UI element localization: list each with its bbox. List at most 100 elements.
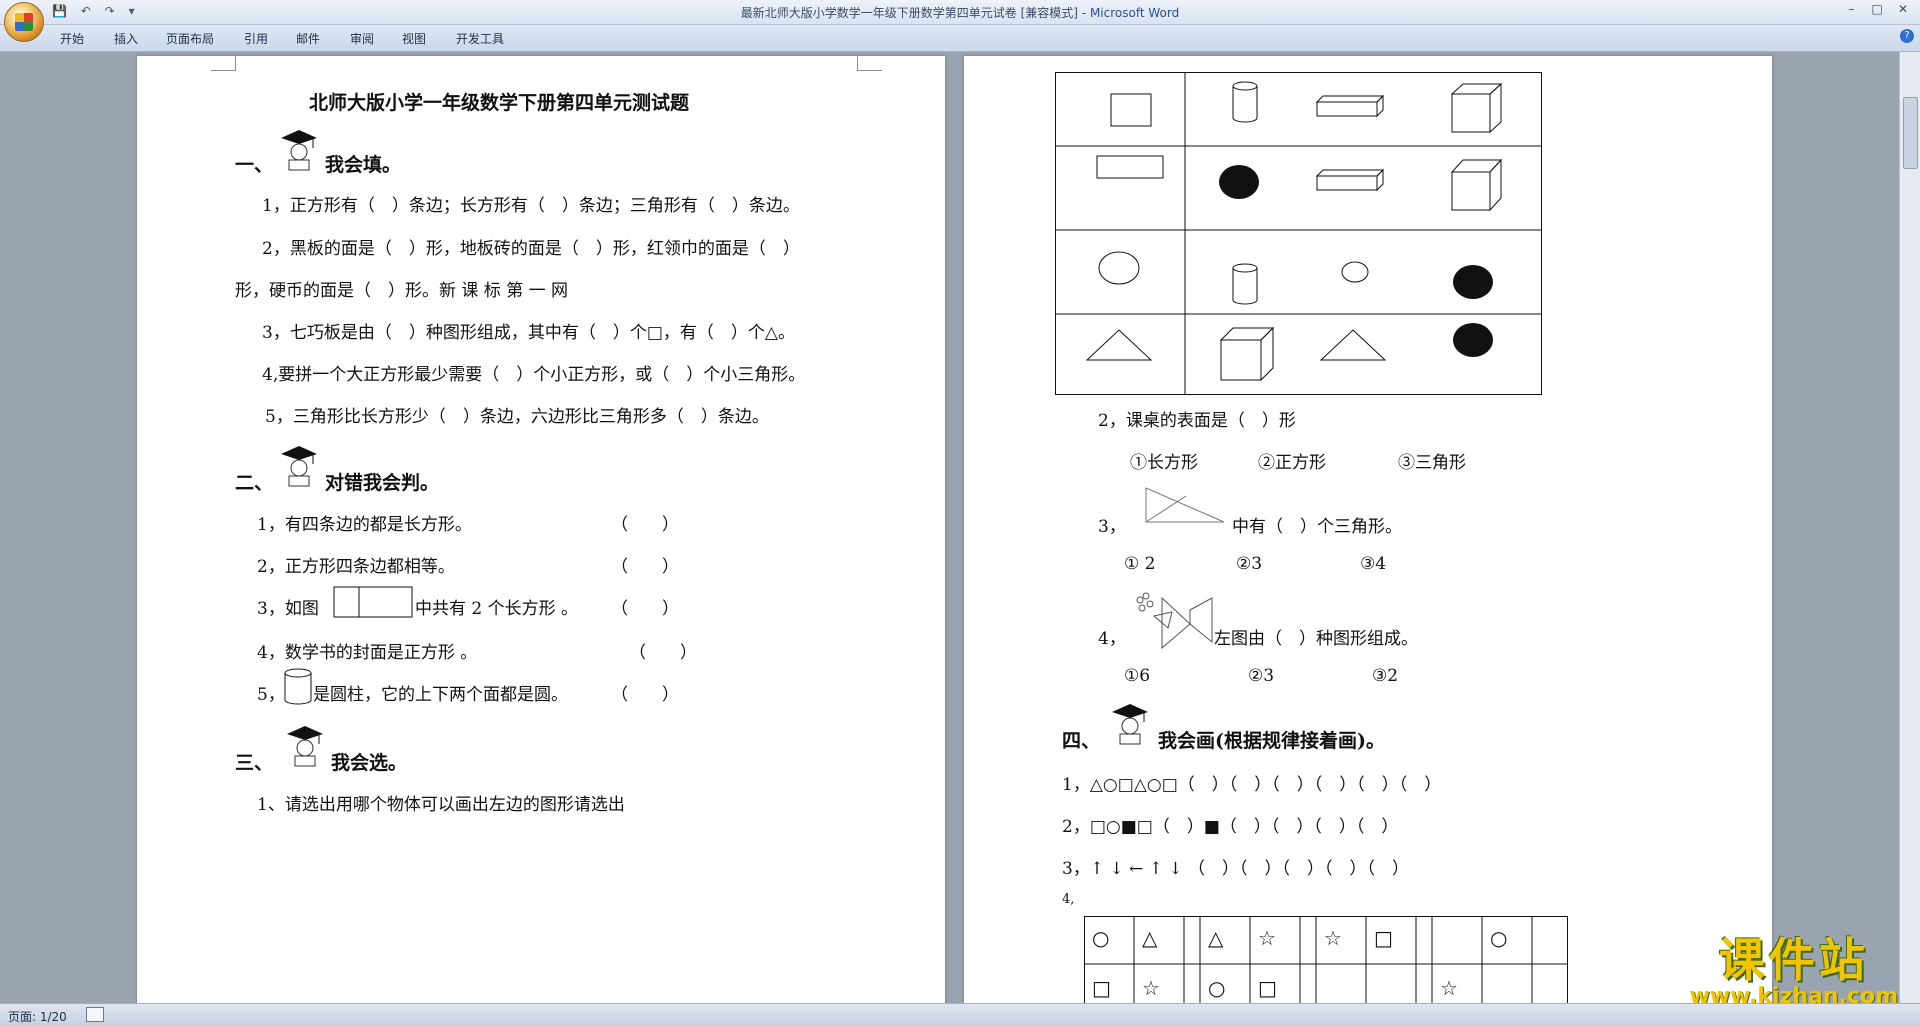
close-button[interactable]: ✕ [1892,2,1914,16]
r-q3-opt1: ① 2 [1124,554,1156,574]
pattern-4-label: 4, [1062,892,1075,907]
pattern-2: 2，□○■□（ ）■（ ）（ ）（ ）（ ） [1062,817,1399,837]
two-rectangles-figure [333,586,413,618]
ribbon-tabs: 开始 插入 页面布局 引用 邮件 审阅 视图 开发工具 ? [0,25,1920,52]
r-q4a: 4， [1098,629,1126,649]
graduate-cap-icon [281,446,317,487]
tab-developer[interactable]: 开发工具 [456,30,504,47]
grid-cell: ○ [1208,976,1226,1000]
page-indicator[interactable]: 页面: 1/20 [8,1008,67,1025]
r-q4-opt2: ②3 [1248,666,1275,686]
crop-mark [211,56,236,71]
tab-view[interactable]: 视图 [402,30,426,47]
fish-figure [1136,592,1213,650]
vertical-scrollbar[interactable] [1899,52,1920,1003]
document-title: 最新北师大版小学数学一年级下册数学第四单元试卷 [兼容模式] [740,6,1078,20]
status-bar: 页面: 1/20 [0,1003,1920,1026]
grid-cell: □ [1374,926,1393,950]
q2-3a: 3，如图 [257,599,319,619]
q2-4: 4，数学书的封面是正方形 。 [257,643,478,663]
q2-2: 2，正方形四条边都相等。 [257,557,455,577]
triangles-figure [1145,487,1225,523]
graduate-cap-icon [281,130,317,171]
title-separator: - [1077,6,1090,20]
office-button[interactable] [4,2,44,42]
tab-references[interactable]: 引用 [244,30,268,47]
shape-matching-table [1055,72,1542,395]
q2-3b: 中共有 2 个长方形 。 [415,599,579,619]
section-3-title: 我会选。 [331,752,408,774]
graduate-cap-icon [1112,704,1148,745]
section-2-title: 对错我会判。 [325,472,440,494]
graduate-cap-icon [287,726,323,767]
cylinder-figure [284,668,312,705]
maximize-button[interactable]: □ [1866,2,1888,16]
window-controls: – □ ✕ [1840,2,1914,16]
scrollbar-thumb[interactable] [1903,97,1918,169]
q1-5: 5，三角形比长方形少（ ）条边，六边形比三角形多（ ）条边。 [265,407,769,427]
r-q3a: 3， [1098,517,1126,537]
tab-page-layout[interactable]: 页面布局 [166,30,214,47]
tab-home[interactable]: 开始 [60,30,84,47]
q1-2b: 形，硬币的面是（ ）形。新 课 标 第 一 网 [235,281,569,301]
section-4-number: 四、 [1062,730,1101,752]
r-q4b: 左图由（ ）种图形组成。 [1214,629,1418,649]
track-changes-icon[interactable] [86,1007,104,1022]
q2-5b: 是圆柱，它的上下两个面都是圆。 [313,685,568,705]
window-title: 最新北师大版小学数学一年级下册数学第四单元试卷 [兼容模式] - Microso… [0,4,1920,21]
section-1-title: 我会填。 [325,154,402,176]
grid-cell: □ [1092,976,1111,1000]
office-logo-icon [15,13,33,31]
page-right: 2，课桌的表面是（ ）形 ①长方形 ②正方形 ③三角形 3， 中有（ ）个三角形… [964,56,1772,1003]
tab-mailings[interactable]: 邮件 [296,30,320,47]
r-q2: 2，课桌的表面是（ ）形 [1098,411,1296,431]
tab-insert[interactable]: 插入 [114,30,138,47]
section-2-number: 二、 [235,472,274,494]
r-q3-opt2: ②3 [1236,554,1263,574]
grid-cell: ○ [1490,926,1508,950]
document-heading: 北师大版小学一年级数学下册第四单元测试题 [309,92,690,114]
grid-cell: ○ [1092,926,1110,950]
q2-5a: 5， [257,685,285,705]
grid-cell: □ [1258,976,1277,1000]
r-q2-opt3: ③三角形 [1398,453,1466,473]
grid-cell: △ [1142,926,1158,950]
q2-2-answer: （ ） [611,557,679,577]
watermark-brand: 课件站 [1718,933,1869,987]
r-q2-opt2: ②正方形 [1258,453,1326,473]
document-workspace: 北师大版小学一年级数学下册第四单元测试题 一、 我会填。 1，正方形有（ ）条边… [0,52,1898,1003]
app-name: Microsoft Word [1089,6,1180,20]
q1-4: 4,要拼一个大正方形最少需要（ ）个小正方形，或（ ）个小三角形。 [262,365,806,385]
r-q2-opt1: ①长方形 [1130,453,1198,473]
help-icon[interactable]: ? [1900,29,1914,43]
q1-3: 3，七巧板是由（ ）种图形组成，其中有（ ）个□，有（ ）个△。 [262,323,795,343]
crop-mark [857,56,882,71]
q3-1: 1、请选出用哪个物体可以画出左边的图形请选出 [257,795,625,815]
q2-1-answer: （ ） [611,515,679,535]
q2-1: 1，有四条边的都是长方形。 [257,515,472,535]
grid-cell: ☆ [1324,926,1342,950]
watermark-logo: 课件站 www.kjzhan.com [1689,924,1898,1009]
q1-1: 1，正方形有（ ）条边；长方形有（ ）条边；三角形有（ ）条边。 [262,196,800,216]
page-left: 北师大版小学一年级数学下册第四单元测试题 一、 我会填。 1，正方形有（ ）条边… [137,56,945,1003]
r-q3b: 中有（ ）个三角形。 [1232,517,1402,537]
minimize-button[interactable]: – [1840,2,1862,16]
tab-review[interactable]: 审阅 [350,30,374,47]
pattern-1: 1，△○□△○□（ ）（ ）（ ）（ ）（ ）（ ） [1062,775,1442,795]
q2-5-answer: （ ） [611,685,679,705]
grid-cell: △ [1208,926,1224,950]
grid-cell: ☆ [1258,926,1276,950]
q2-3-answer: （ ） [611,599,679,619]
r-q4-opt1: ①6 [1124,666,1151,686]
title-bar: 💾 ↶ ↷ ▾ 最新北师大版小学数学一年级下册数学第四单元试卷 [兼容模式] -… [0,0,1920,25]
q1-2a: 2，黑板的面是（ ）形，地板砖的面是（ ）形，红领巾的面是（ ） [262,239,800,259]
grid-cell: ☆ [1142,976,1160,1000]
r-q4-opt3: ③2 [1372,666,1399,686]
section-1-number: 一、 [235,154,274,176]
pattern-grid: ○ △ △ ☆ ☆ □ ○ □ ☆ ○ □ ☆ [1084,916,1568,1003]
r-q3-opt3: ③4 [1360,554,1387,574]
grid-cell: ☆ [1440,976,1458,1000]
q2-4-answer: （ ） [629,643,697,663]
section-4-title: 我会画(根据规律接着画)。 [1158,730,1385,752]
section-3-number: 三、 [235,752,274,774]
